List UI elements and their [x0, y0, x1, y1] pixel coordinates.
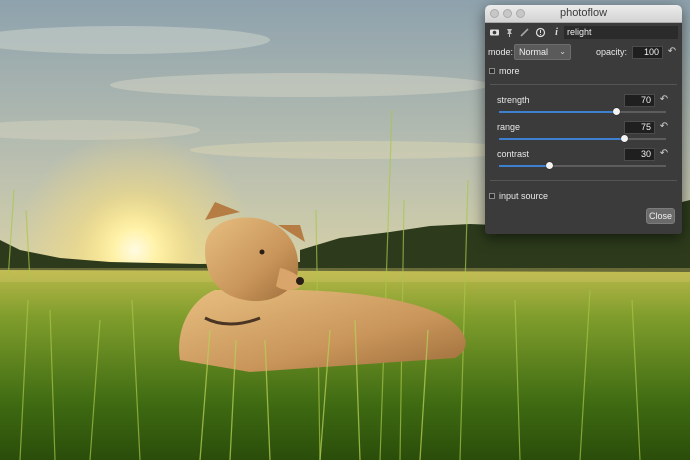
strength-reset-icon[interactable]: ↶	[659, 95, 669, 105]
pin-icon[interactable]	[504, 27, 515, 38]
blend-mode-value: Normal	[519, 47, 549, 57]
visibility-icon[interactable]	[489, 27, 500, 38]
range-slider-handle[interactable]	[621, 135, 629, 142]
strength-slider-track[interactable]	[499, 108, 666, 115]
range-slider-track[interactable]	[499, 135, 666, 142]
info-circle-icon[interactable]	[535, 27, 546, 38]
window-titlebar[interactable]: photoflow	[485, 5, 682, 23]
strength-slider-handle[interactable]	[612, 108, 620, 115]
opacity-reset-icon[interactable]: ↶	[667, 47, 677, 57]
layer-name-field[interactable]: relight	[564, 26, 678, 39]
range-reset-icon[interactable]: ↶	[659, 122, 669, 132]
blend-mode-select[interactable]: Normal ⌄	[514, 44, 571, 60]
layer-settings-window: photoflow i relight mode: Normal ⌄ opaci…	[485, 5, 682, 234]
layer-toolbar: i relight	[485, 25, 682, 41]
edit-icon[interactable]	[519, 27, 530, 38]
strength-input[interactable]: 70	[624, 94, 655, 107]
divider	[490, 84, 677, 85]
range-slider-fill	[499, 138, 625, 140]
contrast-slider-track[interactable]	[499, 162, 666, 169]
range-input[interactable]: 75	[624, 121, 655, 134]
close-button[interactable]: Close	[646, 208, 675, 224]
range-label: range	[497, 122, 521, 132]
contrast-label: contrast	[497, 149, 530, 159]
contrast-slider-fill	[499, 165, 550, 167]
strength-slider-fill	[499, 111, 616, 113]
opacity-input[interactable]: 100	[632, 46, 663, 59]
more-expander-icon[interactable]	[489, 68, 495, 74]
italic-info-icon[interactable]: i	[551, 27, 562, 38]
contrast-reset-icon[interactable]: ↶	[659, 149, 669, 159]
divider	[490, 180, 677, 181]
contrast-input[interactable]: 30	[624, 148, 655, 161]
strength-label: strength	[497, 95, 530, 105]
more-label[interactable]: more	[499, 66, 520, 76]
opacity-label: opacity:	[596, 47, 628, 57]
chevron-updown-icon: ⌄	[559, 47, 566, 56]
input-source-label[interactable]: input source	[499, 191, 548, 201]
window-title: photoflow	[559, 7, 608, 19]
mode-label: mode:	[488, 47, 514, 57]
input-source-expander-icon[interactable]	[489, 193, 495, 199]
contrast-slider-handle[interactable]	[546, 162, 554, 169]
